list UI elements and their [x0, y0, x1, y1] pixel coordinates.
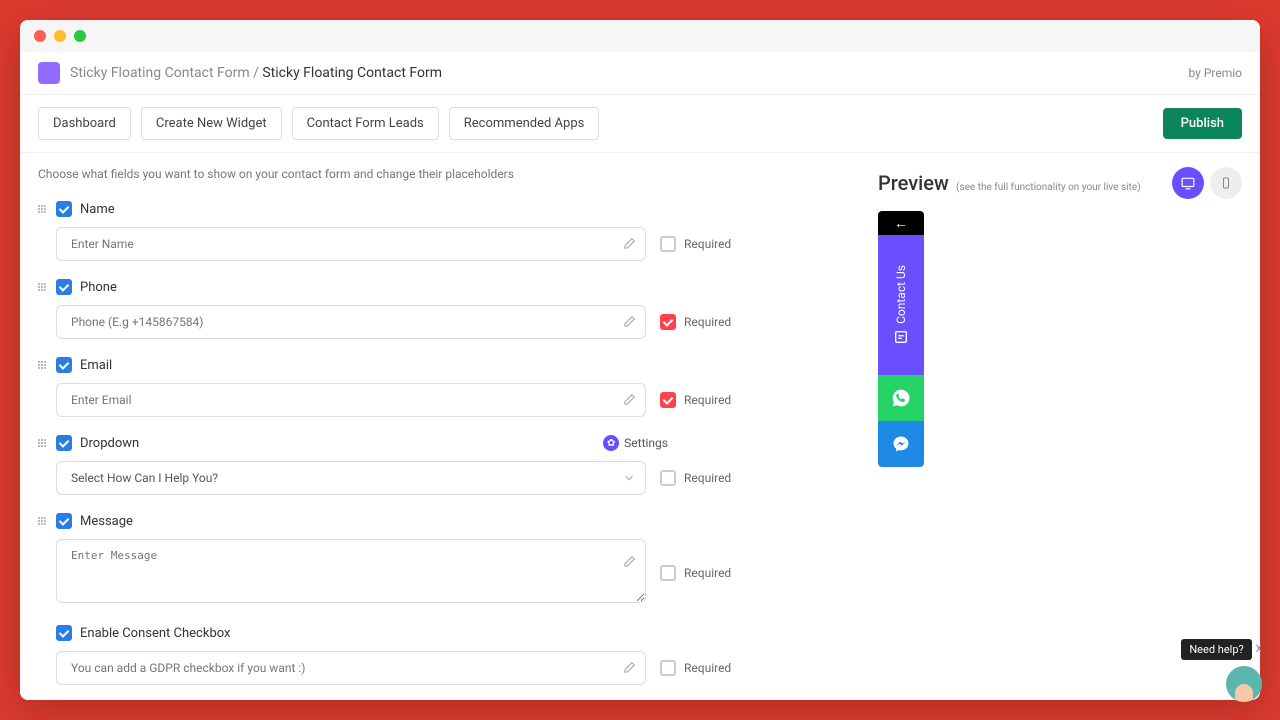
content: Choose what fields you want to show on y… — [20, 153, 1260, 700]
contact-leads-button[interactable]: Contact Form Leads — [292, 107, 439, 140]
gear-icon: ✿ — [603, 435, 619, 451]
message-required-checkbox[interactable] — [660, 565, 676, 581]
consent-enable-checkbox[interactable] — [56, 625, 72, 641]
pencil-icon[interactable] — [622, 237, 636, 251]
mobile-view-button[interactable] — [1210, 167, 1242, 199]
dropdown-enable-checkbox[interactable] — [56, 435, 72, 451]
consent-required-label: Required — [684, 661, 731, 675]
pencil-icon[interactable] — [622, 555, 636, 569]
whatsapp-icon — [891, 388, 911, 408]
navbar: Dashboard Create New Widget Contact Form… — [20, 95, 1260, 153]
breadcrumb: Sticky Floating Contact Form / Sticky Fl… — [70, 65, 442, 81]
email-required-checkbox[interactable] — [660, 392, 676, 408]
name-enable-checkbox[interactable] — [56, 201, 72, 217]
name-required-label: Required — [684, 237, 731, 251]
phone-enable-checkbox[interactable] — [56, 279, 72, 295]
field-phone: Phone Required — [38, 279, 842, 339]
window-minimize-icon[interactable] — [54, 30, 66, 42]
publish-button[interactable]: Publish — [1163, 108, 1242, 139]
pencil-icon[interactable] — [622, 661, 636, 675]
drag-handle-icon[interactable] — [38, 439, 48, 447]
message-required-label: Required — [684, 566, 731, 580]
name-placeholder-input[interactable] — [56, 227, 646, 261]
breadcrumb-row: Sticky Floating Contact Form / Sticky Fl… — [20, 52, 1260, 95]
email-required-label: Required — [684, 393, 731, 407]
phone-placeholder-input[interactable] — [56, 305, 646, 339]
email-label: Email — [80, 358, 112, 373]
pencil-icon[interactable] — [622, 393, 636, 407]
preview-panel: Preview (see the full functionality on y… — [860, 153, 1260, 700]
window-maximize-icon[interactable] — [74, 30, 86, 42]
help-bubble[interactable]: Need help? — [1181, 639, 1251, 660]
breadcrumb-current: Sticky Floating Contact Form — [262, 65, 442, 81]
recommended-apps-button[interactable]: Recommended Apps — [449, 107, 600, 140]
phone-label: Phone — [80, 280, 117, 295]
app-window: Sticky Floating Contact Form / Sticky Fl… — [20, 20, 1260, 700]
drag-handle-icon[interactable] — [38, 205, 48, 213]
app-icon — [38, 62, 60, 84]
field-consent: Enable Consent Checkbox Required — [38, 625, 842, 685]
create-widget-button[interactable]: Create New Widget — [141, 107, 282, 140]
support-avatar[interactable] — [1226, 666, 1260, 700]
form-icon — [893, 329, 909, 345]
dropdown-settings-button[interactable]: ✿ Settings — [603, 435, 668, 451]
email-placeholder-input[interactable] — [56, 383, 646, 417]
messenger-icon — [892, 435, 910, 453]
phone-required-checkbox[interactable] — [660, 314, 676, 330]
message-enable-checkbox[interactable] — [56, 513, 72, 529]
window-close-icon[interactable] — [34, 30, 46, 42]
messenger-tab[interactable] — [878, 421, 924, 467]
preview-title: Preview — [878, 171, 949, 195]
chevron-down-icon[interactable] — [622, 471, 636, 485]
drag-handle-icon[interactable] — [38, 361, 48, 369]
titlebar — [20, 20, 1260, 52]
phone-required-label: Required — [684, 315, 731, 329]
contact-us-tab[interactable]: Contact Us — [878, 235, 924, 375]
field-dropdown: Dropdown ✿ Settings Select How Can I Hel… — [38, 435, 842, 495]
intro-text: Choose what fields you want to show on y… — [38, 167, 842, 181]
drag-handle-icon[interactable] — [38, 517, 48, 525]
consent-required-checkbox[interactable] — [660, 660, 676, 676]
dashboard-button[interactable]: Dashboard — [38, 107, 131, 140]
help-close-button[interactable]: X — [1256, 644, 1260, 655]
pencil-icon[interactable] — [622, 315, 636, 329]
help-widget: Need help? X — [1181, 639, 1260, 700]
drag-handle-icon[interactable] — [38, 283, 48, 291]
field-message: Message Required — [38, 513, 842, 607]
preview-box: ← Contact Us — [878, 211, 1242, 511]
dropdown-required-label: Required — [684, 471, 731, 485]
form-editor: Choose what fields you want to show on y… — [20, 153, 860, 700]
dropdown-placeholder-select[interactable]: Select How Can I Help You? — [56, 461, 646, 495]
field-email: Email Required — [38, 357, 842, 417]
message-label: Message — [80, 514, 133, 529]
dropdown-required-checkbox[interactable] — [660, 470, 676, 486]
consent-placeholder-input[interactable] — [56, 651, 646, 685]
breadcrumb-parent[interactable]: Sticky Floating Contact Form — [70, 65, 250, 81]
desktop-view-button[interactable] — [1172, 167, 1204, 199]
name-required-checkbox[interactable] — [660, 236, 676, 252]
preview-subtitle: (see the full functionality on your live… — [956, 182, 1141, 193]
contact-us-label: Contact Us — [894, 265, 908, 324]
whatsapp-tab[interactable] — [878, 375, 924, 421]
name-label: Name — [80, 202, 115, 217]
dropdown-label: Dropdown — [80, 436, 139, 451]
collapse-arrow-icon[interactable]: ← — [878, 211, 924, 235]
field-name: Name Required — [38, 201, 842, 261]
by-label: by Premio — [1188, 66, 1242, 80]
email-enable-checkbox[interactable] — [56, 357, 72, 373]
message-placeholder-textarea[interactable] — [56, 539, 646, 603]
consent-label: Enable Consent Checkbox — [80, 626, 230, 641]
